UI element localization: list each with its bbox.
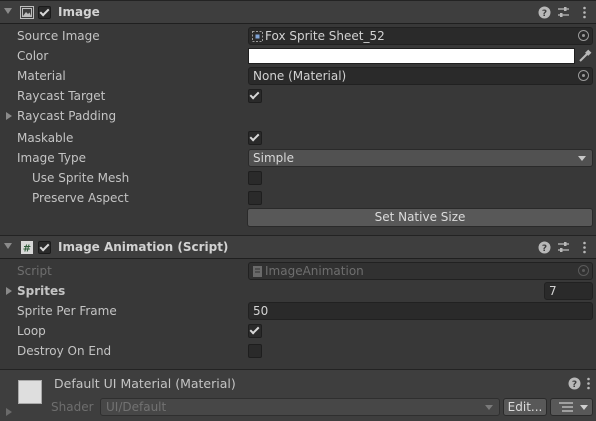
raycast-padding-row[interactable]: Raycast Padding bbox=[0, 106, 596, 126]
use-sprite-mesh-row: Use Sprite Mesh bbox=[0, 168, 596, 188]
edit-shader-button[interactable]: Edit... bbox=[503, 398, 547, 416]
script-row: Script ImageAnimation bbox=[0, 261, 596, 281]
sprite-per-frame-row: Sprite Per Frame 50 bbox=[0, 301, 596, 321]
destroy-on-end-label: Destroy On End bbox=[17, 344, 112, 358]
set-native-size-button[interactable]: Set Native Size bbox=[247, 208, 593, 227]
sprite-per-frame-label: Sprite Per Frame bbox=[17, 304, 117, 318]
image-type-dropdown[interactable]: Simple bbox=[248, 149, 593, 167]
preset-icon[interactable] bbox=[557, 241, 570, 254]
material-thumbnail[interactable] bbox=[18, 380, 42, 404]
script-file-icon bbox=[253, 266, 262, 277]
help-icon[interactable]: ? bbox=[568, 377, 581, 390]
dropdown-arrow-icon bbox=[580, 405, 588, 410]
expand-arrow-icon[interactable] bbox=[6, 112, 12, 120]
raycast-target-label: Raycast Target bbox=[17, 89, 106, 103]
image-type-label: Image Type bbox=[17, 151, 86, 165]
check-icon bbox=[249, 131, 260, 142]
sprites-row[interactable]: Sprites 7 bbox=[0, 281, 596, 301]
shader-value: UI/Default bbox=[106, 400, 167, 414]
color-swatch[interactable] bbox=[248, 48, 575, 64]
destroy-on-end-row: Destroy On End bbox=[0, 341, 596, 361]
object-picker-icon[interactable] bbox=[578, 30, 589, 41]
expand-arrow-icon[interactable] bbox=[6, 287, 12, 295]
check-icon bbox=[249, 89, 260, 100]
use-sprite-mesh-label: Use Sprite Mesh bbox=[32, 171, 130, 185]
svg-text:?: ? bbox=[542, 244, 547, 254]
set-native-size-row: Set Native Size bbox=[0, 207, 596, 227]
script-value: ImageAnimation bbox=[265, 264, 364, 278]
eyedropper-icon[interactable] bbox=[578, 49, 592, 63]
shader-dropdown[interactable]: UI/Default bbox=[100, 398, 500, 416]
material-title: Default UI Material (Material) bbox=[54, 376, 236, 391]
maskable-checkbox[interactable] bbox=[248, 131, 262, 145]
material-row: Material None (Material) bbox=[0, 66, 596, 86]
script-label: Script bbox=[17, 264, 52, 278]
material-preview-section: Default UI Material (Material) ? Shader … bbox=[0, 369, 596, 421]
svg-text:#: # bbox=[23, 244, 31, 255]
preserve-aspect-checkbox[interactable] bbox=[248, 191, 262, 205]
dropdown-arrow-icon bbox=[578, 156, 586, 161]
image-icon bbox=[20, 6, 34, 19]
help-icon[interactable]: ? bbox=[538, 6, 551, 19]
sprites-count-field[interactable]: 7 bbox=[544, 282, 593, 300]
svg-text:?: ? bbox=[542, 9, 547, 19]
component-title: Image bbox=[58, 5, 100, 19]
animation-enabled-checkbox[interactable] bbox=[38, 241, 51, 254]
svg-text:?: ? bbox=[572, 380, 577, 390]
image-enabled-checkbox[interactable] bbox=[38, 6, 51, 19]
list-icon bbox=[559, 402, 573, 412]
shader-label: Shader bbox=[51, 400, 94, 414]
sprite-per-frame-field[interactable]: 50 bbox=[248, 302, 593, 320]
foldout-arrow-icon[interactable] bbox=[4, 243, 12, 249]
color-label: Color bbox=[17, 49, 49, 63]
more-options-icon[interactable] bbox=[582, 377, 595, 390]
help-icon[interactable]: ? bbox=[538, 241, 551, 254]
destroy-on-end-checkbox[interactable] bbox=[248, 344, 262, 358]
shader-options-button[interactable] bbox=[550, 398, 593, 416]
check-icon bbox=[249, 324, 260, 335]
maskable-row: Maskable bbox=[0, 128, 596, 148]
more-options-icon[interactable] bbox=[578, 6, 591, 19]
image-type-value: Simple bbox=[253, 151, 294, 165]
color-row: Color bbox=[0, 46, 596, 66]
material-label: Material bbox=[17, 69, 66, 83]
preserve-aspect-label: Preserve Aspect bbox=[32, 191, 129, 205]
script-icon: # bbox=[21, 241, 33, 255]
source-image-field[interactable]: Fox Sprite Sheet_52 bbox=[248, 27, 593, 45]
object-picker-icon[interactable] bbox=[578, 70, 589, 81]
object-picker-icon bbox=[578, 265, 589, 276]
loop-label: Loop bbox=[17, 324, 46, 338]
loop-checkbox[interactable] bbox=[248, 324, 262, 338]
expand-arrow-icon[interactable] bbox=[6, 408, 12, 416]
component-title: Image Animation (Script) bbox=[58, 240, 229, 254]
material-field[interactable]: None (Material) bbox=[248, 67, 593, 85]
source-image-row: Source Image Fox Sprite Sheet_52 bbox=[0, 26, 596, 46]
foldout-arrow-icon[interactable] bbox=[4, 8, 12, 14]
script-field: ImageAnimation bbox=[248, 262, 593, 280]
preset-icon[interactable] bbox=[557, 6, 570, 19]
more-options-icon[interactable] bbox=[578, 241, 591, 254]
material-value: None (Material) bbox=[253, 69, 347, 83]
source-image-label: Source Image bbox=[17, 29, 100, 43]
raycast-target-checkbox[interactable] bbox=[248, 89, 262, 103]
image-component-header[interactable]: Image ? bbox=[0, 0, 596, 24]
dropdown-arrow-icon bbox=[485, 405, 493, 410]
animation-component-header[interactable]: # Image Animation (Script) ? bbox=[0, 235, 596, 259]
preserve-aspect-row: Preserve Aspect bbox=[0, 188, 596, 208]
loop-row: Loop bbox=[0, 321, 596, 341]
raycast-padding-label[interactable]: Raycast Padding bbox=[17, 109, 116, 123]
sprite-icon bbox=[252, 31, 263, 42]
use-sprite-mesh-checkbox[interactable] bbox=[248, 171, 262, 185]
raycast-target-row: Raycast Target bbox=[0, 86, 596, 106]
maskable-label: Maskable bbox=[17, 131, 74, 145]
sprites-label[interactable]: Sprites bbox=[17, 284, 65, 298]
image-type-row: Image Type Simple bbox=[0, 148, 596, 168]
source-image-value: Fox Sprite Sheet_52 bbox=[265, 29, 385, 43]
